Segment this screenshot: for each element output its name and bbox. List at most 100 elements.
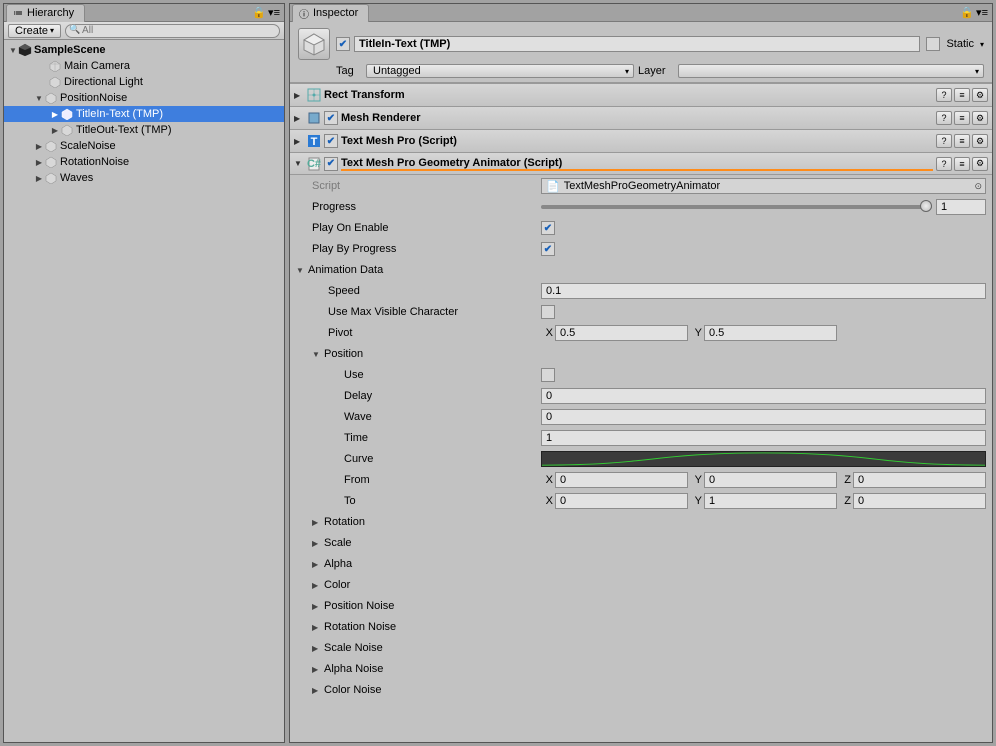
pivot-y-input[interactable]: [704, 325, 837, 341]
pivot-label: Pivot: [328, 327, 352, 339]
lock-icon[interactable]: 🔒: [960, 6, 974, 19]
tab-menu-icon[interactable]: ▾≡: [976, 6, 988, 19]
progress-slider[interactable]: [541, 205, 932, 209]
foldout-icon[interactable]: ▶: [50, 110, 60, 119]
foldout-icon[interactable]: ▶: [312, 518, 324, 527]
component-enable-checkbox[interactable]: [324, 134, 338, 148]
foldout-icon[interactable]: ▶: [34, 142, 44, 151]
to-y-input[interactable]: [704, 493, 837, 509]
search-input[interactable]: [65, 24, 280, 38]
tmp-icon: T: [307, 134, 321, 148]
foldout-icon[interactable]: ▶: [312, 602, 324, 611]
wave-input[interactable]: [541, 409, 986, 425]
progress-value-input[interactable]: [936, 199, 986, 215]
foldout-icon[interactable]: ▶: [294, 114, 304, 123]
component-enable-checkbox[interactable]: [324, 157, 338, 171]
preset-button[interactable]: ≡: [954, 111, 970, 125]
tree-item[interactable]: ▼ PositionNoise: [4, 90, 284, 106]
play-on-enable-label: Play On Enable: [312, 222, 388, 234]
help-button[interactable]: ?: [936, 111, 952, 125]
component-title: Rect Transform: [324, 89, 933, 101]
component-enable-checkbox[interactable]: [324, 111, 338, 125]
tree-item-selected[interactable]: ▶ TitleIn-Text (TMP): [4, 106, 284, 122]
play-on-enable-checkbox[interactable]: [541, 221, 555, 235]
time-label: Time: [344, 432, 368, 444]
foldout-icon[interactable]: ▶: [312, 623, 324, 632]
foldout-icon[interactable]: ▶: [312, 539, 324, 548]
foldout-icon[interactable]: ▶: [34, 158, 44, 167]
foldout-icon[interactable]: ▶: [50, 126, 60, 135]
position-use-checkbox[interactable]: [541, 368, 555, 382]
foldout-icon[interactable]: ▼: [312, 350, 324, 359]
use-max-visible-label: Use Max Visible Character: [328, 306, 458, 318]
from-x-input[interactable]: [555, 472, 688, 488]
gameobject-icon-large[interactable]: [298, 28, 330, 60]
gear-icon[interactable]: ⚙: [972, 111, 988, 125]
gear-icon[interactable]: ⚙: [972, 88, 988, 102]
foldout-icon[interactable]: ▶: [34, 174, 44, 183]
foldout-icon[interactable]: ▼: [294, 159, 304, 168]
tree-item[interactable]: ▶ RotationNoise: [4, 154, 284, 170]
component-title: Mesh Renderer: [341, 112, 933, 124]
from-y-input[interactable]: [704, 472, 837, 488]
time-input[interactable]: [541, 430, 986, 446]
static-checkbox[interactable]: [926, 37, 940, 51]
to-z-input[interactable]: [853, 493, 986, 509]
speed-input[interactable]: [541, 283, 986, 299]
hierarchy-tabbar: ≔ Hierarchy 🔒 ▾≡: [4, 4, 284, 22]
from-z-input[interactable]: [853, 472, 986, 488]
foldout-icon[interactable]: ▼: [8, 46, 18, 55]
help-button[interactable]: ?: [936, 157, 952, 171]
scene-row[interactable]: ▼ SampleScene: [4, 42, 284, 58]
script-field[interactable]: 📄TextMeshProGeometryAnimator: [541, 178, 986, 194]
tab-menu-icon[interactable]: ▾≡: [268, 6, 280, 19]
inspector-icon: ⓘ: [299, 6, 309, 21]
foldout-icon[interactable]: ▼: [296, 266, 308, 275]
gear-icon[interactable]: ⚙: [972, 157, 988, 171]
foldout-icon[interactable]: ▶: [312, 644, 324, 653]
gameobject-name-input[interactable]: [354, 36, 920, 52]
help-button[interactable]: ?: [936, 88, 952, 102]
delay-input[interactable]: [541, 388, 986, 404]
foldout-icon[interactable]: ▶: [312, 686, 324, 695]
gear-icon[interactable]: ⚙: [972, 134, 988, 148]
create-button[interactable]: Create: [8, 24, 61, 38]
to-x-input[interactable]: [555, 493, 688, 509]
foldout-icon[interactable]: ▼: [34, 94, 44, 103]
tree-item[interactable]: ▶ ScaleNoise: [4, 138, 284, 154]
alpha-label: Alpha: [324, 558, 352, 570]
tag-dropdown[interactable]: Untagged: [366, 64, 634, 78]
foldout-icon[interactable]: ▶: [312, 560, 324, 569]
gameobject-icon: [48, 59, 62, 73]
foldout-icon[interactable]: ▶: [312, 581, 324, 590]
animation-data-label: Animation Data: [308, 264, 383, 276]
curve-field[interactable]: [541, 451, 986, 467]
pivot-x-input[interactable]: [555, 325, 688, 341]
tree-item[interactable]: Directional Light: [4, 74, 284, 90]
foldout-icon[interactable]: ▶: [294, 91, 304, 100]
rotation-label: Rotation: [324, 516, 365, 528]
hierarchy-tab[interactable]: ≔ Hierarchy: [6, 4, 85, 22]
color-label: Color: [324, 579, 350, 591]
use-max-visible-checkbox[interactable]: [541, 305, 555, 319]
tree-item[interactable]: Main Camera: [4, 58, 284, 74]
foldout-icon[interactable]: ▶: [312, 665, 324, 674]
position-noise-label: Position Noise: [324, 600, 394, 612]
speed-label: Speed: [328, 285, 360, 297]
help-button[interactable]: ?: [936, 134, 952, 148]
lock-icon[interactable]: 🔒: [252, 6, 266, 19]
color-noise-label: Color Noise: [324, 684, 381, 696]
preset-button[interactable]: ≡: [954, 157, 970, 171]
axis-y-label: Y: [690, 327, 702, 339]
preset-button[interactable]: ≡: [954, 88, 970, 102]
preset-button[interactable]: ≡: [954, 134, 970, 148]
foldout-icon[interactable]: ▶: [294, 137, 304, 146]
play-by-progress-checkbox[interactable]: [541, 242, 555, 256]
static-dropdown-icon[interactable]: [980, 38, 984, 50]
gameobject-active-checkbox[interactable]: [336, 37, 350, 51]
inspector-tab[interactable]: ⓘ Inspector: [292, 4, 369, 22]
layer-dropdown[interactable]: [678, 64, 984, 78]
slider-thumb[interactable]: [920, 200, 932, 212]
tree-item[interactable]: ▶ TitleOut-Text (TMP): [4, 122, 284, 138]
tree-item[interactable]: ▶ Waves: [4, 170, 284, 186]
